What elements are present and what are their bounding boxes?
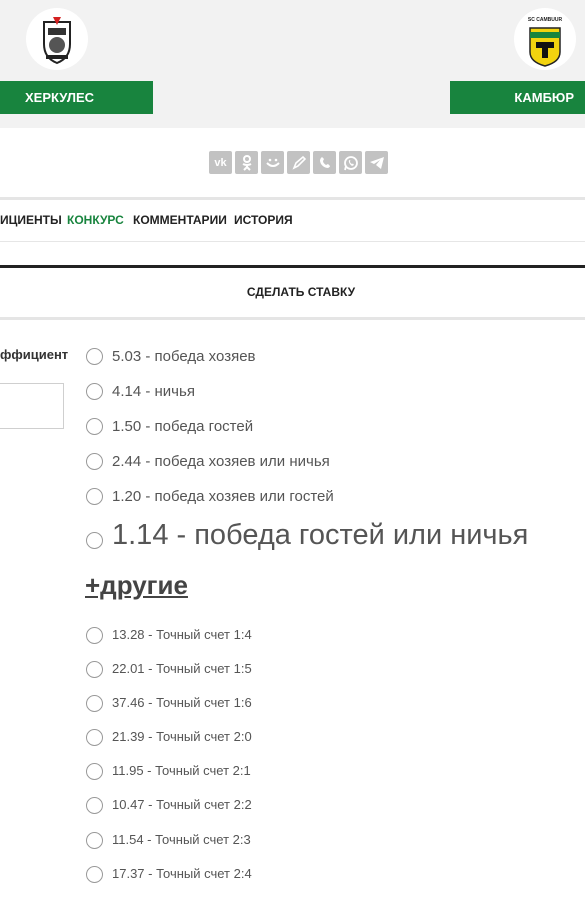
- radio-option[interactable]: [86, 532, 103, 549]
- viber-icon[interactable]: [313, 151, 336, 174]
- radio-option[interactable]: [86, 695, 103, 712]
- option-label: 11.54 - Точный счет 2:3: [112, 832, 251, 847]
- away-team-name: КАМБЮР: [514, 90, 574, 105]
- option-label: 1.50 - победа гостей: [112, 418, 254, 435]
- radio-option[interactable]: [86, 763, 103, 780]
- radio-option[interactable]: [86, 348, 103, 365]
- home-team-name: ХЕРКУЛЕС: [25, 90, 95, 105]
- divider: [0, 241, 585, 242]
- option-label: 10.47 - Точный счет 2:2: [112, 797, 252, 812]
- option-label: 17.37 - Точный счет 2:4: [112, 866, 252, 881]
- option-label: 4.14 - ничья: [112, 383, 195, 400]
- radio-option[interactable]: [86, 418, 103, 435]
- whatsapp-icon[interactable]: [339, 151, 362, 174]
- tab-comments[interactable]: КОММЕНТАРИИ: [133, 213, 227, 227]
- radio-option[interactable]: [86, 866, 103, 883]
- radio-option[interactable]: [86, 661, 103, 678]
- tab-bar: ИЦИЕНТЫ КОНКУРС КОММЕНТАРИИ ИСТОРИЯ: [0, 200, 585, 240]
- share-bar: vk: [209, 151, 388, 174]
- tab-contest[interactable]: КОНКУРС: [67, 213, 124, 227]
- option-label: 2.44 - победа хозяев или ничья: [112, 453, 330, 470]
- radio-option[interactable]: [86, 797, 103, 814]
- radio-option[interactable]: [86, 383, 103, 400]
- tab-history[interactable]: ИСТОРИЯ: [234, 213, 293, 227]
- others-link[interactable]: +другие: [85, 570, 188, 601]
- option-label: 1.20 - победа хозяев или гостей: [112, 488, 334, 505]
- radio-option[interactable]: [86, 488, 103, 505]
- coef-input[interactable]: [0, 383, 64, 429]
- away-team-bar: КАМБЮР: [450, 81, 585, 114]
- option-label: 11.95 - Точный счет 2:1: [112, 763, 251, 778]
- option-label: 13.28 - Точный счет 1:4: [112, 627, 252, 642]
- option-label: 22.01 - Точный счет 1:5: [112, 661, 252, 676]
- livejournal-icon[interactable]: [287, 151, 310, 174]
- divider: [0, 317, 585, 320]
- radio-option[interactable]: [86, 627, 103, 644]
- section-divider: [0, 265, 585, 268]
- home-team-logo: [26, 8, 88, 70]
- away-team-logo: SC CAMBUUR: [514, 8, 576, 70]
- bet-title: СДЕЛАТЬ СТАВКУ: [246, 285, 356, 299]
- mail-icon[interactable]: [261, 151, 284, 174]
- coef-label: ффициент: [0, 347, 69, 362]
- radio-option[interactable]: [86, 453, 103, 470]
- radio-option[interactable]: [86, 729, 103, 746]
- option-label: 37.46 - Точный счет 1:6: [112, 695, 252, 710]
- ok-icon[interactable]: [235, 151, 258, 174]
- away-logo-text: SC CAMBUUR: [527, 17, 563, 23]
- vk-icon[interactable]: vk: [209, 151, 232, 174]
- option-label: 21.39 - Точный счет 2:0: [112, 729, 252, 744]
- option-label: 1.14 - победа гостей или ничья: [112, 519, 529, 551]
- home-team-bar: ХЕРКУЛЕС: [0, 81, 153, 114]
- radio-option[interactable]: [86, 832, 103, 849]
- tab-coefficients[interactable]: ИЦИЕНТЫ: [0, 213, 62, 227]
- option-label: 5.03 - победа хозяев: [112, 348, 256, 365]
- match-header: SC CAMBUUR ХЕРКУЛЕС КАМБЮР: [0, 0, 585, 128]
- telegram-icon[interactable]: [365, 151, 388, 174]
